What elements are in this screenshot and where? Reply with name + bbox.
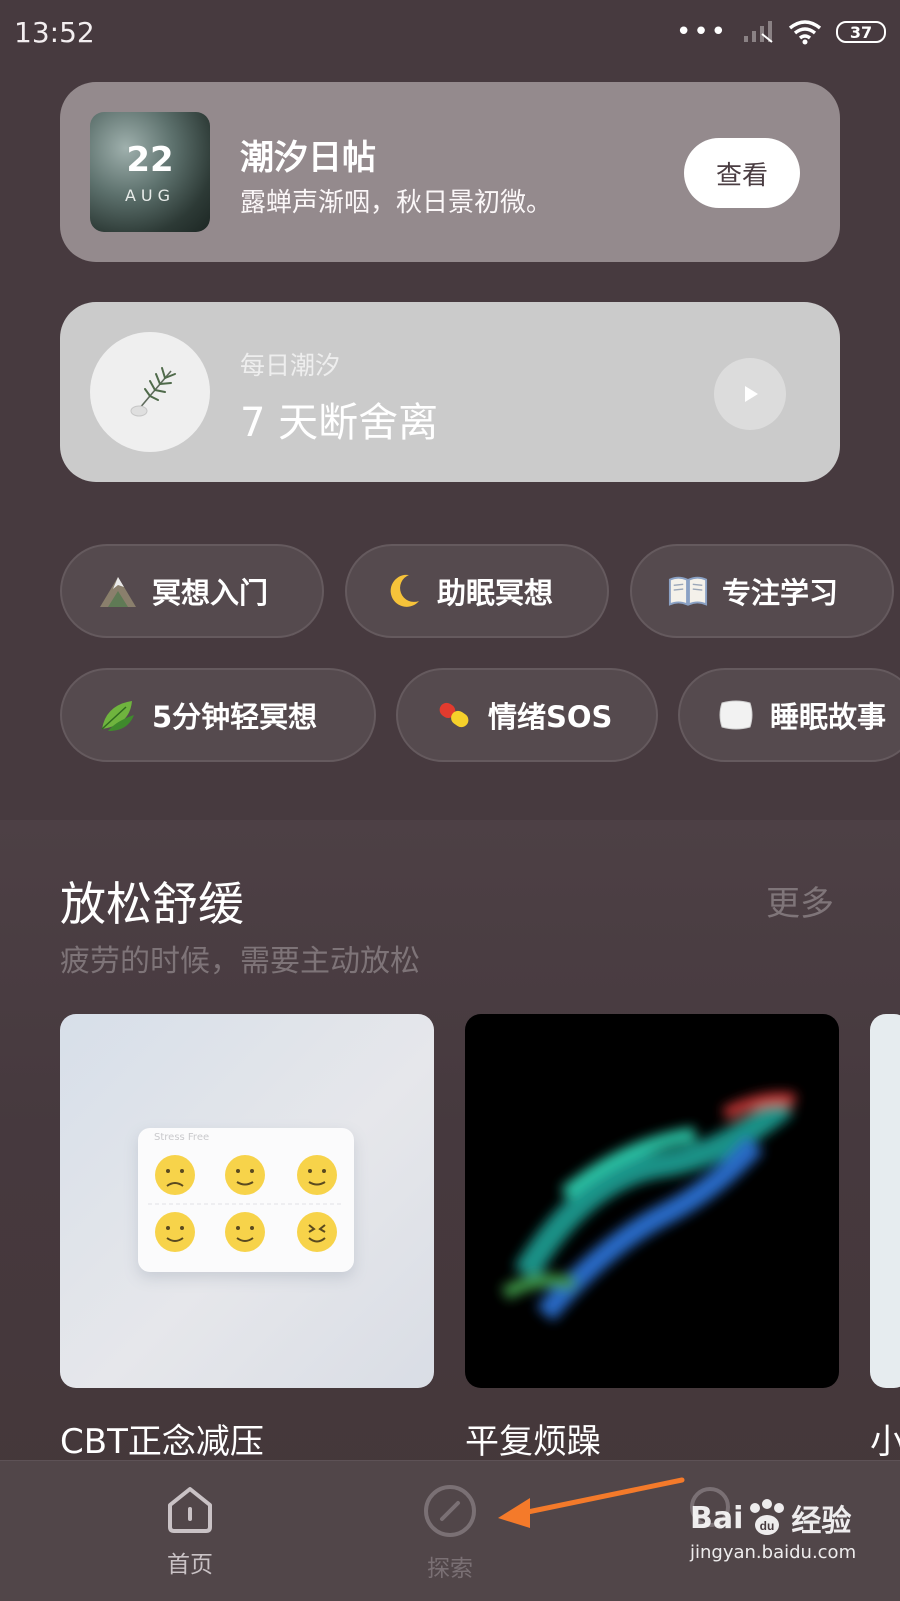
section-more-link[interactable]: 更多	[766, 876, 834, 925]
tile-partial[interactable]	[870, 1014, 900, 1388]
chip-label: 助眠冥想	[437, 576, 554, 610]
date-thumbnail: 22 AUG	[90, 112, 210, 232]
home-icon	[168, 1487, 212, 1533]
chip-focus-study[interactable]: 专注学习	[630, 544, 894, 638]
chip-label: 情绪SOS	[488, 700, 613, 734]
book-icon	[668, 571, 708, 611]
tile-calm[interactable]	[465, 1014, 839, 1388]
aurora-illustration	[501, 1092, 797, 1322]
daily-post-title: 潮汐日帖	[240, 138, 376, 178]
section-title: 放松舒缓	[60, 877, 244, 931]
watermark-brand2: 经验	[791, 1504, 852, 1539]
date-month: AUG	[124, 186, 176, 205]
smiley-faces-icon	[148, 1155, 344, 1252]
chip-emotion-sos[interactable]: 情绪SOS	[396, 668, 658, 762]
annotation-arrow-icon	[498, 1477, 685, 1528]
chip-label: 专注学习	[722, 576, 839, 610]
chip-meditation-intro[interactable]: 冥想入门	[60, 544, 324, 638]
tile-label-cbt: CBT正念减压	[60, 1422, 264, 1462]
date-day: 22	[126, 140, 174, 180]
leaf-icon	[98, 695, 138, 735]
pillow-icon	[716, 695, 756, 735]
chip-5min-meditation[interactable]: 5分钟轻冥想	[60, 668, 376, 762]
paw-icon: du	[750, 1499, 785, 1535]
compass-icon	[424, 1485, 476, 1537]
play-icon	[745, 386, 758, 402]
more-dots-icon: •••	[675, 17, 728, 47]
play-button[interactable]	[714, 358, 786, 430]
daily-post-subtitle: 露蝉声渐咽，秋日景初微。	[240, 188, 553, 218]
status-icons: ••• 37	[676, 17, 886, 47]
tab-explore-label: 探索	[427, 1556, 473, 1582]
chip-sleep-story[interactable]: 睡眠故事	[678, 668, 900, 762]
chip-label: 睡眠故事	[770, 700, 887, 734]
mountain-icon	[98, 571, 138, 611]
daily-post-card[interactable]: 22 AUG 潮汐日帖 露蝉声渐咽，秋日景初微。 查看	[60, 82, 840, 262]
plant-icon	[130, 367, 176, 417]
watermark-brand: Bai	[690, 1500, 744, 1536]
battery-level: 37	[849, 22, 873, 42]
view-button[interactable]: 查看	[684, 138, 800, 208]
tile-label-partial: 小	[870, 1422, 900, 1462]
plant-thumbnail	[90, 332, 210, 452]
chip-label: 5分钟轻冥想	[152, 700, 318, 734]
chip-sleep-meditation[interactable]: 助眠冥想	[345, 544, 609, 638]
tile-cbt[interactable]: Stress Free	[60, 1014, 434, 1388]
watermark-url: jingyan.baidu.com	[690, 1542, 857, 1563]
baidu-watermark: Bai du 经验 jingyan.baidu.com	[690, 1496, 890, 1596]
battery-indicator: 37	[836, 21, 886, 43]
tab-home[interactable]: 首页	[130, 1483, 250, 1579]
daily-tide-card[interactable]: 每日潮汐 7 天断舍离	[60, 302, 840, 482]
daily-tide-title: 7 天断舍离	[240, 400, 439, 446]
status-time: 13:52	[14, 15, 95, 49]
moon-icon	[383, 571, 423, 611]
tab-home-label: 首页	[167, 1552, 213, 1578]
chip-label: 冥想入门	[152, 576, 269, 610]
pill-card-illustration: Stress Free	[138, 1128, 354, 1272]
section-subtitle: 疲劳的时候，需要主动放松	[60, 944, 420, 979]
tile-label-calm: 平复烦躁	[465, 1422, 601, 1462]
status-bar: 13:52 ••• 37	[0, 0, 900, 64]
wifi-icon	[788, 20, 822, 45]
pill-icon	[434, 695, 474, 735]
signal-icon	[744, 21, 773, 43]
svg-text:du: du	[760, 1519, 775, 1533]
daily-tide-kicker: 每日潮汐	[240, 351, 341, 380]
